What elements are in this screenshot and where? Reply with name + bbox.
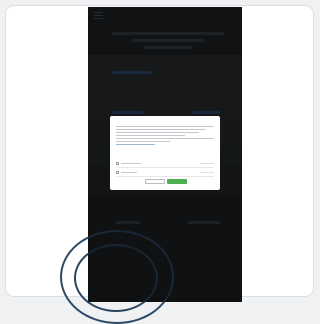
dialog-text-line (116, 131, 200, 133)
cookie-consent-dialog (110, 116, 220, 190)
consent-option-detail (200, 163, 214, 165)
dialog-title (116, 120, 214, 124)
consent-option-row[interactable] (116, 162, 214, 165)
accept-button[interactable] (167, 179, 187, 184)
dialog-link-line[interactable] (116, 143, 156, 145)
consent-option-detail (200, 172, 214, 174)
divider (116, 167, 214, 168)
checkbox-icon[interactable] (116, 162, 119, 165)
dialog-text-line (116, 140, 170, 142)
consent-option-label (121, 172, 137, 174)
decline-button[interactable] (145, 179, 165, 184)
consent-option-label (121, 163, 141, 165)
consent-option-row[interactable] (116, 171, 214, 174)
dialog-text-line (116, 125, 214, 127)
dialog-text-line (116, 128, 207, 130)
divider (116, 176, 214, 177)
dialog-text-line (116, 134, 185, 136)
dialog-text-line (116, 137, 214, 139)
checkbox-icon[interactable] (116, 171, 119, 174)
